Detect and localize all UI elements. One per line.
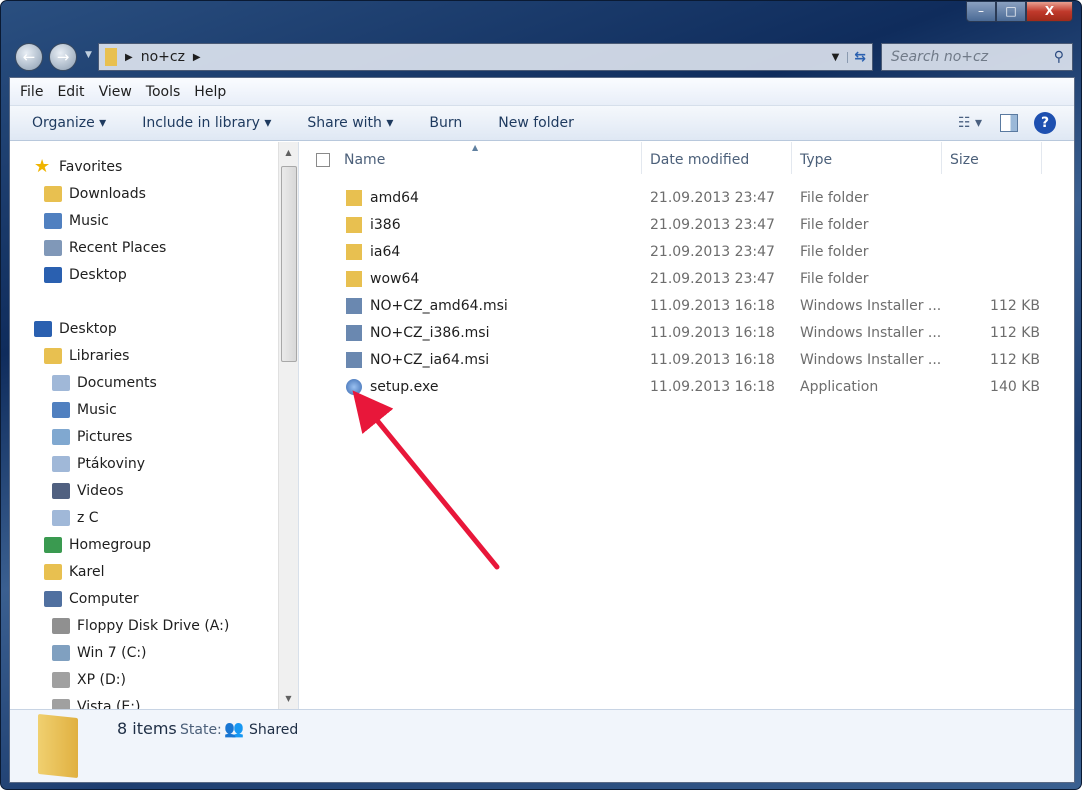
red-arrow [352,390,500,570]
annotation-arrow [352,390,500,570]
